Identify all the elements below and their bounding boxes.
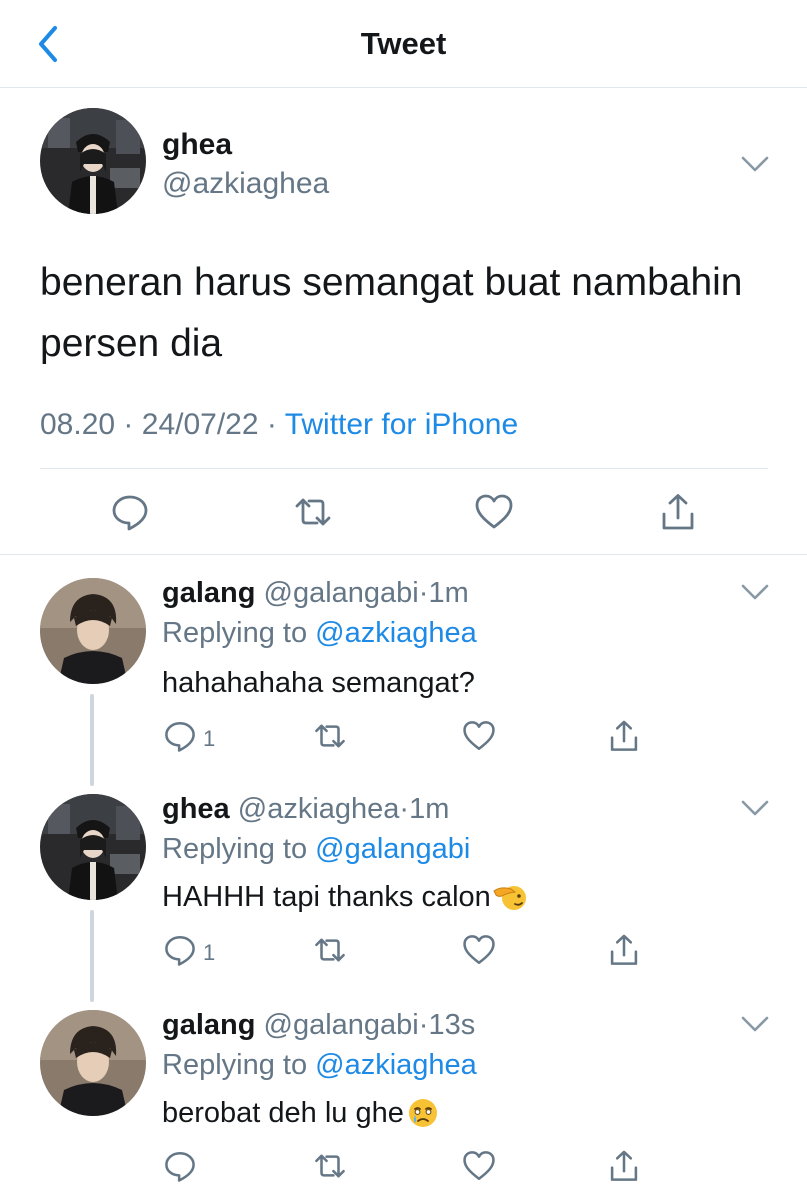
avatar-galang[interactable]: [40, 1010, 146, 1116]
tweet-options-button[interactable]: [738, 152, 772, 176]
reply-button[interactable]: [108, 490, 152, 534]
author-handle[interactable]: @azkiaghea: [162, 167, 329, 201]
tweet-source-link[interactable]: Twitter for iPhone: [285, 408, 518, 441]
avatar-ghea[interactable]: [40, 794, 146, 900]
tweet-options-button[interactable]: [738, 580, 772, 604]
share-button[interactable]: [602, 714, 646, 758]
share-button[interactable]: [602, 1144, 646, 1188]
reply-button[interactable]: [158, 714, 202, 758]
heart-icon: [463, 721, 495, 751]
reply-header: ghea @azkiaghea·1m: [162, 793, 449, 826]
replying-to: Replying to @galangabi: [162, 833, 470, 866]
retweet-icon: [315, 938, 345, 962]
tweet-meta: 08.20 · 24/07/22 · Twitter for iPhone: [40, 408, 518, 442]
reply-text-content: hahahahaha semangat?: [162, 667, 475, 699]
chevron-down-icon: [741, 1016, 769, 1032]
reply-button[interactable]: [158, 928, 202, 972]
like-button[interactable]: [457, 1144, 501, 1188]
reply-author-handle[interactable]: @galangabi: [264, 577, 419, 609]
chevron-down-icon: [741, 156, 769, 172]
retweet-button[interactable]: [308, 928, 352, 972]
reply-time: 1m: [428, 577, 469, 609]
meta-separator: ·: [123, 408, 134, 441]
reply-author-handle[interactable]: @galangabi: [264, 1009, 419, 1041]
chevron-down-icon: [741, 800, 769, 816]
reply-text: HAHHH tapi thanks calon: [162, 880, 527, 914]
reply-header: galang @galangabi·1m: [162, 577, 469, 610]
comment-icon: [165, 1151, 195, 1182]
retweet-icon: [295, 498, 331, 526]
share-icon: [662, 494, 694, 530]
saluting-face-emoji-icon: [493, 886, 526, 910]
author-name[interactable]: ghea: [162, 128, 232, 162]
reply-author-name[interactable]: ghea: [162, 793, 230, 825]
reply-author-handle[interactable]: @azkiaghea: [238, 793, 400, 825]
reply-author-name[interactable]: galang: [162, 1009, 255, 1041]
replying-to-label: Replying to: [162, 617, 308, 649]
reply-separator: ·: [399, 793, 410, 825]
reply-count: 1: [203, 726, 216, 751]
reply-text-content: berobat deh lu ghe: [162, 1096, 404, 1129]
reply-separator: ·: [418, 1009, 429, 1041]
top-bar: Tweet: [0, 0, 807, 88]
reply-time: 1m: [409, 793, 450, 825]
replying-to-handle[interactable]: @galangabi: [315, 833, 470, 865]
reply-text: berobat deh lu ghe: [162, 1096, 440, 1130]
divider: [40, 468, 768, 469]
share-button[interactable]: [602, 928, 646, 972]
share-icon: [610, 720, 638, 751]
chevron-down-icon: [741, 584, 769, 600]
heart-icon: [463, 935, 495, 965]
reply-author-name[interactable]: galang: [162, 577, 255, 609]
replying-to-label: Replying to: [162, 1049, 308, 1081]
reply-text-content: HAHHH tapi thanks calon: [162, 880, 491, 913]
share-button[interactable]: [656, 490, 700, 534]
thread-connector: [90, 694, 94, 786]
tweet-date: 24/07/22: [141, 408, 259, 441]
tweet-time: 08.20: [40, 408, 116, 441]
replying-to: Replying to @azkiaghea: [162, 1049, 477, 1082]
comment-icon: [165, 935, 195, 966]
replying-to: Replying to @azkiaghea: [162, 617, 477, 650]
reply-header: galang @galangabi·13s: [162, 1009, 475, 1042]
reply-button[interactable]: [158, 1144, 202, 1188]
share-icon: [610, 1150, 638, 1181]
tweet-text: beneran harus semangat buat nambahin per…: [40, 261, 743, 365]
heart-icon: [475, 494, 513, 529]
tweet-options-button[interactable]: [738, 796, 772, 820]
replying-to-handle[interactable]: @azkiaghea: [315, 617, 477, 649]
retweet-button[interactable]: [308, 714, 352, 758]
heart-icon: [463, 1151, 495, 1181]
retweet-button[interactable]: [291, 490, 335, 534]
retweet-button[interactable]: [308, 1144, 352, 1188]
retweet-icon: [315, 724, 345, 748]
replying-to-label: Replying to: [162, 833, 308, 865]
thread-connector: [90, 910, 94, 1002]
like-button[interactable]: [457, 714, 501, 758]
comment-icon: [112, 495, 148, 531]
reply-text: hahahahaha semangat?: [162, 667, 475, 700]
avatar-galang[interactable]: [40, 578, 146, 684]
reply-count: 1: [203, 940, 216, 965]
divider: [0, 554, 807, 555]
replying-to-handle[interactable]: @azkiaghea: [315, 1049, 477, 1081]
like-button[interactable]: [472, 490, 516, 534]
meta-separator: ·: [266, 408, 277, 441]
face-holding-back-tears-emoji-icon: [408, 1099, 437, 1127]
like-button[interactable]: [457, 928, 501, 972]
retweet-icon: [315, 1154, 345, 1178]
reply-time: 13s: [428, 1009, 476, 1041]
page-title: Tweet: [360, 26, 447, 61]
comment-icon: [165, 721, 195, 752]
share-icon: [610, 934, 638, 965]
tweet-options-button[interactable]: [738, 1012, 772, 1036]
avatar-ghea[interactable]: [40, 108, 146, 214]
reply-separator: ·: [418, 577, 429, 609]
